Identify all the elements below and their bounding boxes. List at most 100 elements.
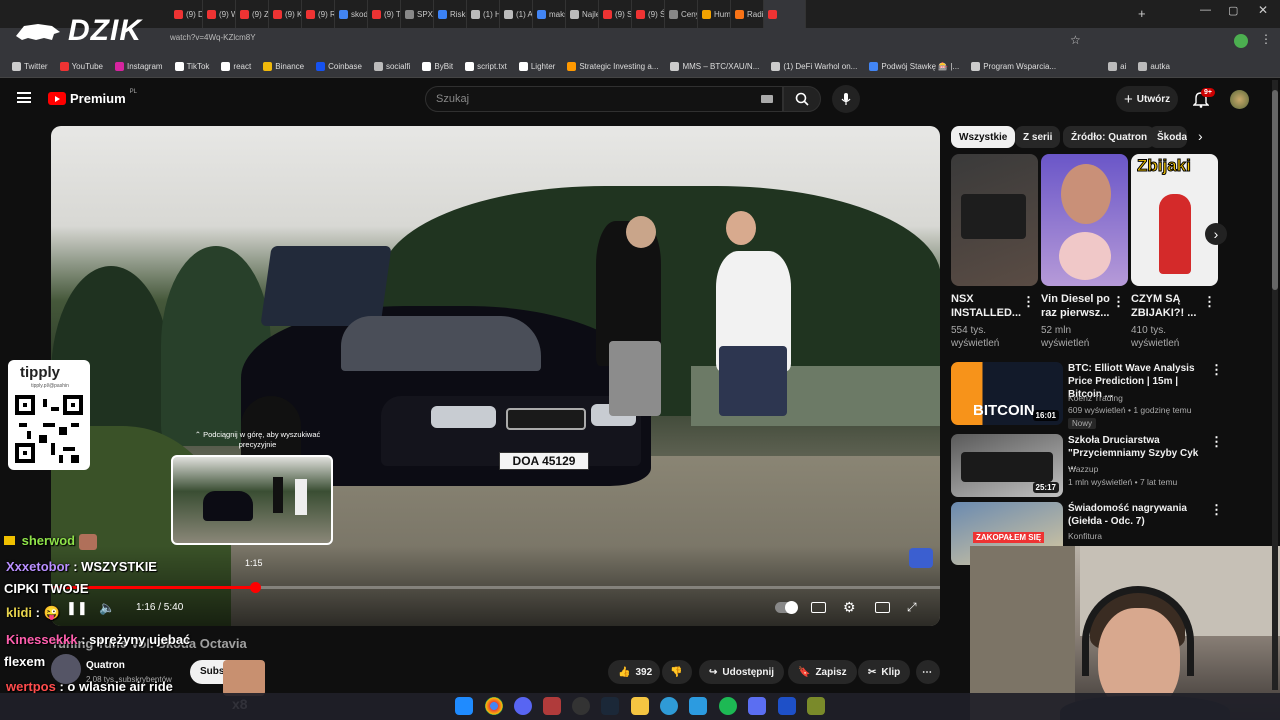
- bookmark-item[interactable]: script.txt: [459, 62, 513, 71]
- bookmark-item[interactable]: Instagram: [109, 62, 169, 71]
- rec-menu-icon[interactable]: ⋮: [1210, 502, 1223, 518]
- short-title-1[interactable]: NSX INSTALLED...: [951, 292, 1026, 320]
- voice-search-button[interactable]: [832, 85, 860, 113]
- new-tab-button[interactable]: +: [1138, 6, 1146, 21]
- rec-channel-3[interactable]: Konfitura: [1068, 530, 1218, 542]
- browser-tab[interactable]: (9) Dz: [170, 0, 203, 28]
- short-title-3[interactable]: CZYM SĄ ZBIJAKI?! ...: [1131, 292, 1206, 320]
- account-avatar[interactable]: [1230, 90, 1249, 109]
- file-explorer-icon[interactable]: [631, 697, 649, 715]
- browser-tab[interactable]: [764, 0, 806, 28]
- browser-tab[interactable]: SPX/X: [401, 0, 434, 28]
- short-title-2[interactable]: Vin Diesel po raz pierwsz...: [1041, 292, 1116, 320]
- menu-dots-icon[interactable]: ⋮: [1260, 32, 1272, 46]
- channel-name[interactable]: Quatron: [86, 660, 125, 671]
- browser-tab[interactable]: (9) Re: [302, 0, 335, 28]
- app-icon[interactable]: [807, 697, 825, 715]
- short-thumbnail-1[interactable]: [951, 154, 1038, 286]
- rec-channel-1[interactable]: Koenz Trading: [1068, 392, 1218, 404]
- minimize-button[interactable]: —: [1200, 4, 1211, 16]
- fullscreen-button[interactable]: ⤢: [907, 600, 917, 615]
- rec-thumbnail-2[interactable]: 25:17: [951, 434, 1063, 497]
- browser-tab[interactable]: Risk-Fi: [434, 0, 467, 28]
- browser-tab[interactable]: (9) Kul: [269, 0, 302, 28]
- browser-tab[interactable]: (1) Ho: [467, 0, 500, 28]
- bookmark-item[interactable]: Strategic Investing a...: [561, 62, 664, 71]
- rec-title-3[interactable]: Świadomość nagrywania (Giełda - Odc. 7): [1068, 502, 1206, 528]
- short-thumbnail-2[interactable]: [1041, 154, 1128, 286]
- youtube-logo[interactable]: Premium PL: [48, 89, 137, 106]
- short-menu-icon[interactable]: ⋮: [1112, 294, 1125, 310]
- app-icon[interactable]: [748, 697, 766, 715]
- discord-icon[interactable]: [514, 697, 532, 715]
- rec-channel-2[interactable]: Wazzup: [1068, 463, 1218, 475]
- bookmark-item[interactable]: socialfi: [368, 62, 416, 71]
- chevron-right-icon[interactable]: ›: [1198, 128, 1203, 144]
- browser-tab[interactable]: (1) Ad: [500, 0, 533, 28]
- browser-tab[interactable]: Ceny p: [665, 0, 698, 28]
- browser-tab[interactable]: (9) Wie: [203, 0, 236, 28]
- share-button[interactable]: ↪ Udostępnij: [699, 660, 785, 684]
- bookmark-item[interactable]: Lighter: [513, 62, 561, 71]
- rec-menu-icon[interactable]: ⋮: [1210, 362, 1223, 378]
- close-window-button[interactable]: ✕: [1258, 3, 1268, 17]
- bookmark-item[interactable]: TikTok: [169, 62, 216, 71]
- chrome-icon[interactable]: [485, 697, 503, 715]
- pause-button[interactable]: ❚❚: [66, 600, 88, 616]
- dislike-button[interactable]: 👎: [662, 660, 692, 684]
- browser-tab[interactable]: Najlep: [566, 0, 599, 28]
- short-menu-icon[interactable]: ⋮: [1203, 294, 1216, 310]
- bookmark-item[interactable]: (1) DeFi Warhol on...: [765, 62, 863, 71]
- bookmark-item[interactable]: react: [215, 62, 257, 71]
- obs-icon[interactable]: [572, 697, 590, 715]
- browser-tab[interactable]: (9) Św: [632, 0, 665, 28]
- short-menu-icon[interactable]: ⋮: [1022, 294, 1035, 310]
- shorts-next-button[interactable]: ›: [1205, 223, 1227, 245]
- keyboard-icon[interactable]: [761, 95, 773, 103]
- rec-menu-icon[interactable]: ⋮: [1210, 434, 1223, 450]
- short-thumbnail-3[interactable]: Zbijaki: [1131, 154, 1218, 286]
- clip-button[interactable]: ✂ Klip: [858, 660, 911, 684]
- browser-tab[interactable]: Human: [698, 0, 731, 28]
- notifications-button[interactable]: 9+: [1192, 88, 1215, 113]
- browser-tab[interactable]: Radioc: [731, 0, 764, 28]
- settings-gear-icon[interactable]: ⚙: [843, 599, 856, 616]
- profile-avatar[interactable]: [1234, 34, 1248, 48]
- bookmark-item[interactable]: Program Wsparcia...: [965, 62, 1062, 71]
- browser-tab[interactable]: (9) Tan: [368, 0, 401, 28]
- app-icon[interactable]: [543, 697, 561, 715]
- more-actions-button[interactable]: ⋯: [916, 660, 940, 684]
- bookmark-item[interactable]: Twitter: [6, 62, 54, 71]
- page-scrollbar-thumb[interactable]: [1272, 90, 1278, 290]
- volume-button[interactable]: 🔈: [99, 600, 115, 616]
- app-icon[interactable]: [660, 697, 678, 715]
- chip-all[interactable]: Wszystkie: [951, 126, 1016, 148]
- bookmark-item[interactable]: MMS – BTC/XAU/N...: [664, 62, 765, 71]
- bookmark-item[interactable]: YouTube: [54, 62, 109, 71]
- app-icon[interactable]: [689, 697, 707, 715]
- bookmark-item[interactable]: ByBit: [416, 62, 459, 71]
- bookmark-star-icon[interactable]: ☆: [1070, 33, 1081, 47]
- steam-icon[interactable]: [601, 697, 619, 715]
- create-button[interactable]: + Utwórz: [1116, 86, 1178, 112]
- progress-scrubber[interactable]: [249, 582, 261, 593]
- chip-source[interactable]: Źródło: Quatron: [1063, 126, 1156, 148]
- subtitles-button[interactable]: [811, 602, 826, 613]
- miniplayer-button[interactable]: [875, 602, 890, 613]
- browser-tab[interactable]: (9) Zak: [236, 0, 269, 28]
- rec-thumbnail-1[interactable]: BITCOIN 16:01: [951, 362, 1063, 425]
- browser-tab[interactable]: skoda: [335, 0, 368, 28]
- bookmark-item[interactable]: Binance: [257, 62, 310, 71]
- windows-start-icon[interactable]: [455, 697, 473, 715]
- chip-series[interactable]: Z serii: [1015, 126, 1061, 148]
- search-input[interactable]: Szukaj: [425, 86, 783, 112]
- browser-tab[interactable]: maksy: [533, 0, 566, 28]
- spotify-icon[interactable]: [719, 697, 737, 715]
- bookmark-item[interactable]: autka: [1132, 62, 1176, 71]
- chip-skoda[interactable]: Škoda: [1149, 126, 1187, 148]
- video-player[interactable]: DOA 45129 ❚❚ 🔈 1:16 / 5:40 ⚙ ⤢: [51, 126, 940, 626]
- maximize-button[interactable]: ▢: [1228, 4, 1238, 17]
- like-button[interactable]: 👍 392: [608, 660, 660, 684]
- autoplay-toggle[interactable]: [775, 601, 798, 614]
- search-button[interactable]: [783, 86, 821, 112]
